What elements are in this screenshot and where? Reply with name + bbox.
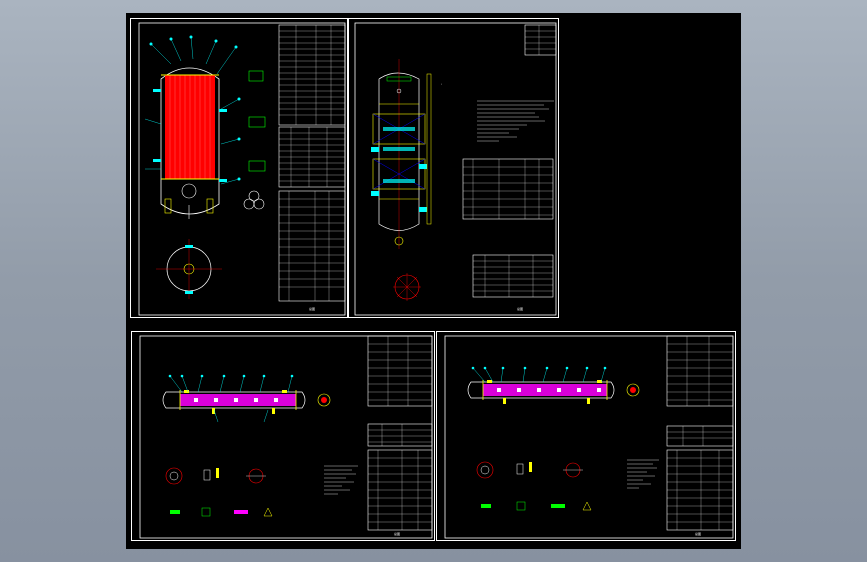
design-data-table — [367, 335, 433, 407]
detail-b — [248, 116, 266, 128]
sheet-horizontal-exchanger-1: 总图 — [131, 331, 435, 541]
sheet-column-section: I 总图 — [348, 18, 559, 318]
view-label: I — [441, 84, 442, 86]
sheet-vertical-vessel: 总图 — [130, 18, 348, 318]
vertical-vessel-drawing: 总图 — [138, 22, 346, 316]
sheet-horizontal-exchanger-2: 总图 — [436, 331, 736, 541]
tube-bundle — [483, 384, 607, 396]
nozzle-table — [367, 423, 433, 447]
horizontal-exchanger-2-drawing: 总图 — [444, 335, 734, 539]
sheet-title-2: 总图 — [517, 306, 523, 311]
design-spec-table — [462, 158, 554, 220]
revision-table — [524, 24, 557, 56]
horizontal-exchanger-1-drawing: 总图 — [139, 335, 433, 539]
cad-viewport[interactable]: 总图 I 总图 总图 总图 — [0, 0, 867, 562]
sheet-title-1: 总图 — [309, 306, 315, 311]
design-data-table — [278, 24, 346, 126]
nozzle-table — [666, 425, 734, 447]
detail-c — [248, 160, 266, 172]
design-data-table — [666, 335, 734, 407]
column-section-drawing: I 总图 — [354, 22, 557, 316]
model-space[interactable]: 总图 I 总图 总图 总图 — [126, 13, 741, 549]
detail-a — [248, 70, 264, 82]
sheet-title-3: 总图 — [394, 531, 400, 536]
sheet-title-4: 总图 — [695, 531, 701, 536]
